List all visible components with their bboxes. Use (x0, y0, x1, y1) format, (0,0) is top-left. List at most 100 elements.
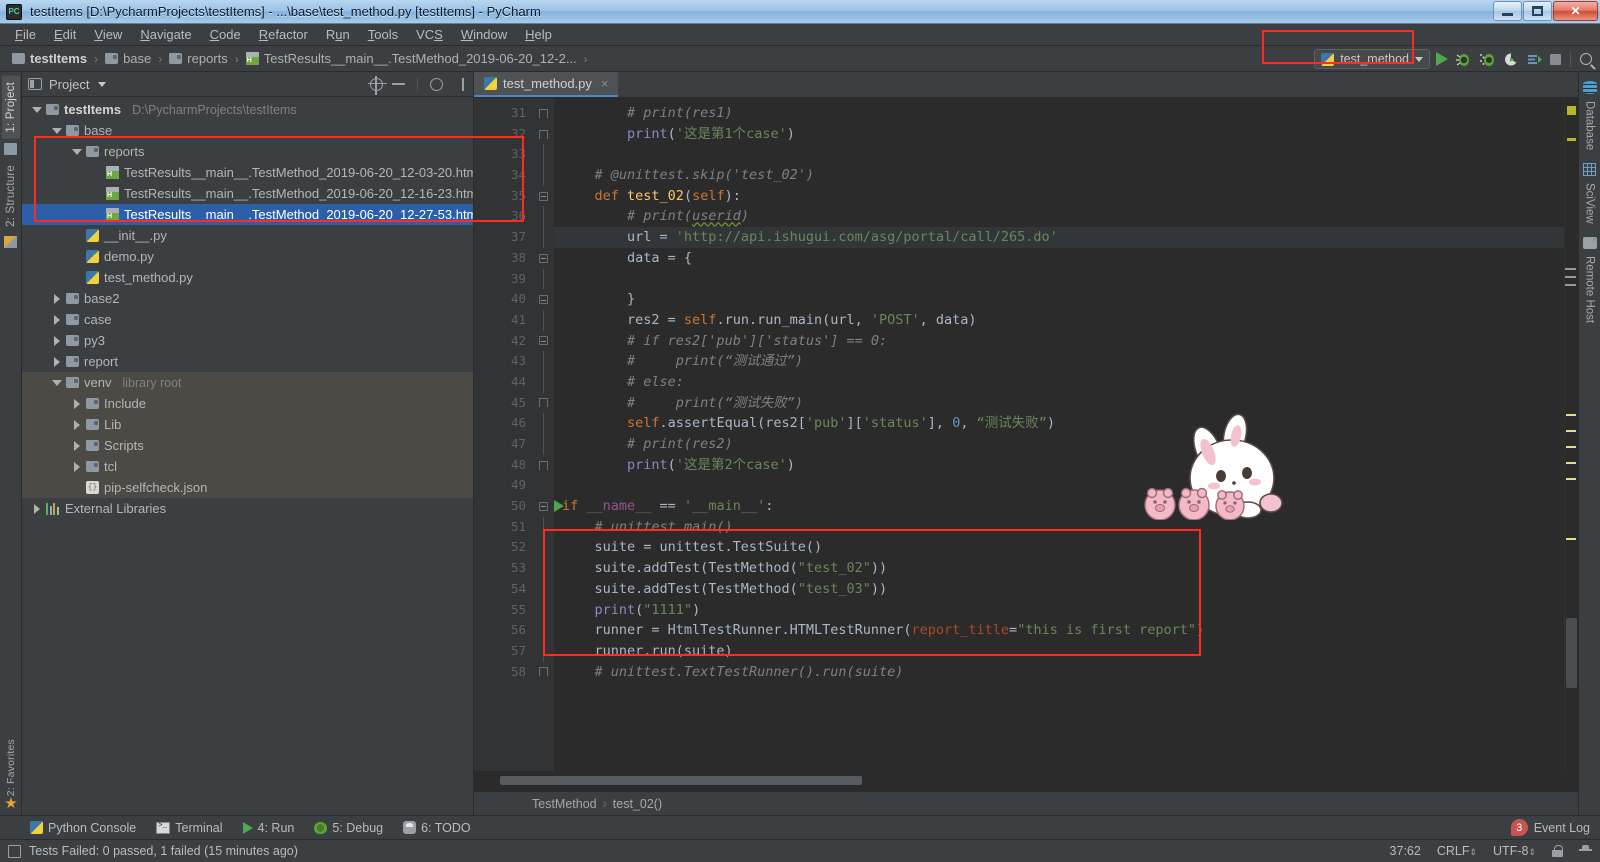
warning-marker[interactable] (1566, 446, 1576, 448)
debug-button[interactable] (1454, 50, 1472, 68)
code-line[interactable]: print("1111") (554, 600, 1564, 621)
read-write-lock-icon[interactable] (1552, 845, 1563, 857)
attach-button[interactable] (1526, 50, 1544, 68)
run-line-marker[interactable] (554, 500, 564, 513)
code-line[interactable]: # unittest.main() (554, 517, 1564, 538)
code-line[interactable]: suite.addTest(TestMethod("test_03")) (554, 579, 1564, 600)
tree-node-report[interactable]: report (22, 351, 473, 372)
code-line[interactable] (554, 144, 1564, 165)
warning-marker[interactable] (1567, 106, 1576, 115)
project-tree[interactable]: testItems D:\PycharmProjects\testItems bas… (22, 97, 473, 815)
code-line[interactable]: url = 'http://api.ishugui.com/asg/portal… (554, 227, 1564, 248)
fold-marker[interactable] (532, 289, 554, 310)
stop-button[interactable] (1550, 53, 1561, 65)
run-configuration-selector[interactable]: test_method (1314, 49, 1430, 69)
encoding-selector[interactable]: UTF-8⇕ (1493, 844, 1536, 858)
tree-node--init-py[interactable]: __init__.py (22, 225, 473, 246)
code-line[interactable]: # print(res2) (554, 434, 1564, 455)
code-line[interactable]: # print(“测试通过”) (554, 351, 1564, 372)
menu-item-file[interactable]: File (6, 25, 45, 44)
menu-item-vcs[interactable]: VCS (407, 25, 452, 44)
tree-node-base[interactable]: base (22, 120, 473, 141)
code-area[interactable]: # print(res1) print('这是第1个case') # @unit… (554, 98, 1564, 771)
code-line[interactable]: suite = unittest.TestSuite() (554, 537, 1564, 558)
warning-marker[interactable] (1566, 462, 1576, 464)
chevron-right-icon[interactable] (72, 462, 81, 472)
tree-node-test-method-py[interactable]: test_method.py (22, 267, 473, 288)
sidebar-item-sciview[interactable]: SciView (1581, 178, 1599, 229)
code-line[interactable]: } (554, 289, 1564, 310)
horizontal-scrollbar-thumb[interactable] (500, 776, 862, 785)
warning-marker[interactable] (1566, 538, 1576, 540)
line-separator-selector[interactable]: CRLF⇕ (1437, 844, 1477, 858)
code-line[interactable]: suite.addTest(TestMethod("test_02")) (554, 558, 1564, 579)
menu-item-edit[interactable]: Edit (45, 25, 85, 44)
chevron-right-icon[interactable] (52, 315, 61, 325)
minimize-button[interactable] (1493, 1, 1522, 21)
editor-marker-bar[interactable] (1564, 98, 1578, 771)
code-line[interactable]: def test_02(self): (554, 186, 1564, 207)
menu-item-help[interactable]: Help (516, 25, 561, 44)
menu-item-window[interactable]: Window (452, 25, 516, 44)
breadcrumb-method[interactable]: test_02() (613, 797, 662, 811)
tab-test-method-py[interactable]: test_method.py × (474, 72, 619, 97)
hide-panel-icon[interactable] (452, 77, 465, 91)
menu-item-run[interactable]: Run (317, 25, 359, 44)
code-line[interactable]: print('这是第2个case') (554, 455, 1564, 476)
tool-window-todo[interactable]: 6: TODO (403, 821, 471, 835)
search-everywhere-icon[interactable] (1580, 53, 1592, 65)
breadcrumb-item-3[interactable]: TestResults__main__.TestMethod_2019-06-2… (242, 49, 581, 68)
tree-node-testresults-main-testmethod-2019-06-20-1[interactable]: TestResults__main__.TestMethod_2019-06-2… (22, 204, 473, 225)
warning-marker[interactable] (1565, 276, 1576, 278)
maximize-button[interactable] (1523, 1, 1552, 21)
tree-node-venv[interactable]: venv library root (22, 372, 473, 393)
code-line[interactable]: # print(“测试失败”) (554, 393, 1564, 414)
tree-node-lib[interactable]: Lib (22, 414, 473, 435)
code-folding-gutter[interactable] (532, 98, 554, 771)
tool-window-terminal[interactable]: Terminal (156, 821, 223, 835)
chevron-down-icon[interactable] (52, 378, 62, 387)
chevron-down-icon[interactable] (52, 126, 62, 135)
breadcrumb-class[interactable]: TestMethod (532, 797, 597, 811)
code-line[interactable] (554, 269, 1564, 290)
tree-node-pip-selfcheck-json[interactable]: pip-selfcheck.json (22, 477, 473, 498)
event-log-button[interactable]: 3 Event Log (1510, 819, 1590, 836)
close-button[interactable]: ✕ (1553, 1, 1598, 21)
chevron-right-icon[interactable] (72, 441, 81, 451)
sidebar-item-structure[interactable]: 2: Structure (2, 159, 20, 233)
warning-marker[interactable] (1565, 284, 1576, 286)
sidebar-item-database[interactable]: Database (1581, 96, 1599, 155)
chevron-right-icon[interactable] (52, 336, 61, 346)
sidebar-item-remote-host[interactable]: Remote Host (1581, 251, 1599, 328)
tree-node-demo-py[interactable]: demo.py (22, 246, 473, 267)
fold-marker[interactable] (532, 393, 554, 414)
fold-marker[interactable] (532, 186, 554, 207)
code-line[interactable]: # else: (554, 372, 1564, 393)
tree-node-testresults-main-testmethod-2019-06-20-1[interactable]: TestResults__main__.TestMethod_2019-06-2… (22, 162, 473, 183)
collapse-all-icon[interactable] (392, 78, 405, 91)
breadcrumb-item-0[interactable]: testItems (8, 49, 91, 68)
tool-window-run[interactable]: 4: Run (242, 821, 294, 835)
code-line[interactable]: # if res2['pub']['status'] == 0: (554, 331, 1564, 352)
warning-marker[interactable] (1567, 138, 1576, 141)
code-line[interactable]: self.assertEqual(res2['pub']['status'], … (554, 413, 1564, 434)
chevron-right-icon[interactable] (32, 504, 41, 514)
status-message[interactable]: Tests Failed: 0 passed, 1 failed (15 min… (29, 844, 298, 858)
fold-marker[interactable] (532, 124, 554, 145)
chevron-down-icon[interactable] (98, 81, 107, 87)
code-line[interactable]: runner = HtmlTestRunner.HTMLTestRunner(r… (554, 620, 1564, 641)
menu-item-view[interactable]: View (85, 25, 131, 44)
warning-marker[interactable] (1566, 414, 1576, 416)
chevron-right-icon[interactable] (52, 294, 61, 304)
editor-scrollbar-thumb[interactable] (1566, 618, 1577, 688)
chevron-down-icon[interactable] (32, 105, 42, 114)
code-line[interactable]: runner.run(suite) (554, 641, 1564, 662)
tree-node-case[interactable]: case (22, 309, 473, 330)
profile-button[interactable] (1502, 50, 1520, 68)
menu-item-code[interactable]: Code (201, 25, 250, 44)
code-line[interactable]: res2 = self.run.run_main(url, 'POST', da… (554, 310, 1564, 331)
tree-node-base2[interactable]: base2 (22, 288, 473, 309)
fold-marker[interactable] (532, 103, 554, 124)
sidebar-item-project[interactable]: 1: Project (1, 76, 20, 139)
menu-item-tools[interactable]: Tools (359, 25, 407, 44)
